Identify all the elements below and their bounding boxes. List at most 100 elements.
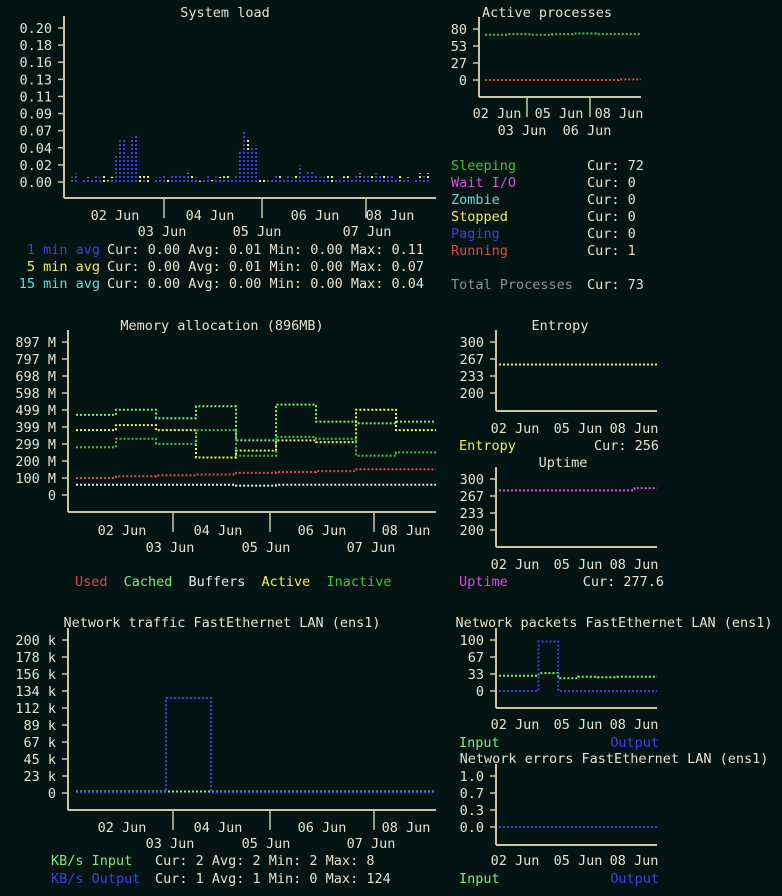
legend-traffic-label: KB/s Output bbox=[51, 871, 140, 887]
legend-total-cur: Cur: 73 bbox=[587, 277, 644, 293]
y-tick-label: 100 bbox=[460, 633, 484, 649]
chart-title: Network packets FastEthernet LAN (ens1) bbox=[456, 615, 773, 631]
y-tick-label: 598 M bbox=[15, 386, 56, 402]
x-tick-label: 08 Jun bbox=[610, 717, 659, 733]
y-tick-label: 233 bbox=[460, 506, 484, 522]
y-tick-label: 0.13 bbox=[19, 72, 52, 88]
legend-process-cur: Cur: 0 bbox=[587, 209, 636, 225]
x-tick-label: 03 Jun bbox=[146, 540, 195, 556]
line-Running bbox=[485, 78, 641, 81]
x-tick-label: 06 Jun bbox=[298, 820, 347, 836]
chart-title: Entropy bbox=[532, 318, 589, 334]
legend-load-stats: Cur: 0.00 Avg: 0.01 Min: 0.00 Max: 0.07 bbox=[107, 259, 424, 275]
y-tick-label: 399 M bbox=[15, 420, 56, 436]
x-tick-label: 02 Jun bbox=[91, 208, 140, 224]
legend-total-label: Total Processes bbox=[451, 277, 573, 293]
x-tick-label: 05 Jun bbox=[554, 853, 603, 869]
x-tick-label: 02 Jun bbox=[491, 717, 540, 733]
y-tick-label: 897 M bbox=[15, 335, 56, 351]
y-tick-label: 0 bbox=[476, 684, 484, 700]
x-tick-label: 02 Jun bbox=[491, 557, 540, 573]
chart-title: Uptime bbox=[539, 455, 588, 471]
y-tick-label: 0.18 bbox=[19, 38, 52, 54]
legend-process-label: Stopped bbox=[451, 209, 508, 225]
y-tick-label: 67 k bbox=[23, 735, 56, 751]
legend-memory-item: Active bbox=[262, 574, 311, 590]
legend-process-label: Paging bbox=[451, 226, 500, 242]
series-uptime bbox=[499, 487, 657, 492]
x-tick-label: 02 Jun bbox=[98, 523, 147, 539]
line-Uptime bbox=[499, 487, 657, 492]
x-tick-label: 05 Jun bbox=[554, 421, 603, 437]
y-tick-label: 89 k bbox=[23, 718, 56, 734]
x-tick-label: 03 Jun bbox=[138, 224, 187, 240]
legend-process-cur: Cur: 0 bbox=[587, 226, 636, 242]
x-tick-label: 03 Jun bbox=[498, 123, 547, 139]
y-tick-label: 233 bbox=[460, 369, 484, 385]
y-tick-label: 53 bbox=[451, 39, 467, 55]
y-tick-label: 200 bbox=[460, 523, 484, 539]
y-tick-label: 0 bbox=[459, 73, 467, 89]
dashboard-canvas: System load0.200.180.160.130.110.090.070… bbox=[15, 5, 773, 887]
x-tick-label: 05 Jun bbox=[554, 717, 603, 733]
legend-load-label: 5 min avg bbox=[27, 259, 100, 275]
x-tick-label: 07 Jun bbox=[343, 224, 392, 240]
y-tick-label: 0.3 bbox=[460, 803, 484, 819]
x-tick-label: 03 Jun bbox=[146, 836, 195, 852]
chart-entropy: Entropy 300267233200 02 Jun 05 Jun 08 Jun bbox=[460, 318, 659, 437]
legend-memory-item: Buffers bbox=[189, 574, 246, 590]
line-Output bbox=[499, 640, 657, 692]
y-tick-label: 300 bbox=[460, 472, 484, 488]
legend-load-label: 15 min avg bbox=[19, 276, 100, 292]
line-Sleeping bbox=[485, 32, 641, 36]
y-tick-label: 200 k bbox=[15, 633, 56, 649]
y-tick-label: 23 k bbox=[23, 769, 56, 785]
line-KB/s-Output bbox=[76, 697, 436, 794]
x-tick-label: 02 Jun bbox=[473, 106, 522, 122]
series-net-traffic bbox=[76, 697, 436, 794]
chart-net-packets: Network packets FastEthernet LAN (ens1) 1… bbox=[456, 615, 773, 733]
y-tick-label: 0.11 bbox=[19, 89, 52, 105]
y-tick-label: 0.04 bbox=[19, 141, 52, 157]
chart-memory: Memory allocation (896MB) 897 M797 M698 M… bbox=[15, 318, 436, 556]
y-tick-label: 0.09 bbox=[19, 107, 52, 123]
line-Inactive bbox=[76, 429, 436, 457]
x-tick-label: 04 Jun bbox=[194, 523, 243, 539]
dashboard: System load 0.20 0.18 0.16 0.13 0.11 0.09 0.07 0… bbox=[0, 0, 782, 896]
y-tick-label: 0.02 bbox=[19, 158, 52, 174]
legend-memory-item: Inactive bbox=[326, 574, 391, 590]
legend-traffic-stats: Cur: 2 Avg: 2 Min: 2 Max: 8 bbox=[155, 853, 374, 869]
y-tick-label: 267 bbox=[460, 352, 484, 368]
y-tick-label: 33 bbox=[468, 667, 484, 683]
y-tick-label: 0.0 bbox=[460, 820, 484, 836]
y-tick-label: 200 bbox=[460, 386, 484, 402]
x-tick-label: 06 Jun bbox=[291, 208, 340, 224]
y-tick-label: 1.0 bbox=[460, 769, 484, 785]
chart-title: System load bbox=[180, 5, 269, 21]
chart-active-processes: Active processes 8053270 02 Jun 05 Jun 08 Ju… bbox=[451, 5, 644, 139]
chart-title: Network traffic FastEthernet LAN (ens1) bbox=[64, 615, 381, 631]
legend-process-label: Zombie bbox=[451, 192, 500, 208]
legend-process-label: Wait I/O bbox=[451, 175, 516, 191]
chart-title: Network errors FastEthernet LAN (ens1) bbox=[460, 751, 769, 767]
legend-uptime-label: Uptime bbox=[459, 574, 508, 590]
legend-memory-item: Cached bbox=[124, 574, 173, 590]
line-Used bbox=[76, 468, 436, 479]
x-tick-label: 05 Jun bbox=[242, 836, 291, 852]
x-tick-label: 06 Jun bbox=[298, 523, 347, 539]
legend-load-stats: Cur: 0.00 Avg: 0.00 Min: 0.00 Max: 0.04 bbox=[107, 276, 424, 292]
y-tick-label: 698 M bbox=[15, 369, 56, 385]
y-tick-label: 45 k bbox=[23, 752, 56, 768]
legend-process-label: Running bbox=[451, 243, 508, 259]
y-tick-label: 0.20 bbox=[19, 21, 52, 37]
x-tick-label: 02 Jun bbox=[98, 820, 147, 836]
chart-net-traffic: Network traffic FastEthernet LAN (ens1) 2… bbox=[15, 615, 436, 852]
y-tick-label: 67 bbox=[468, 650, 484, 666]
x-tick-label: 06 Jun bbox=[563, 123, 612, 139]
x-tick-label: 02 Jun bbox=[491, 421, 540, 437]
y-tick-label: 797 M bbox=[15, 352, 56, 368]
y-tick-label: 27 bbox=[451, 56, 467, 72]
y-tick-label: 0.00 bbox=[19, 175, 52, 191]
line-Active bbox=[76, 408, 436, 459]
x-tick-label: 08 Jun bbox=[595, 106, 644, 122]
